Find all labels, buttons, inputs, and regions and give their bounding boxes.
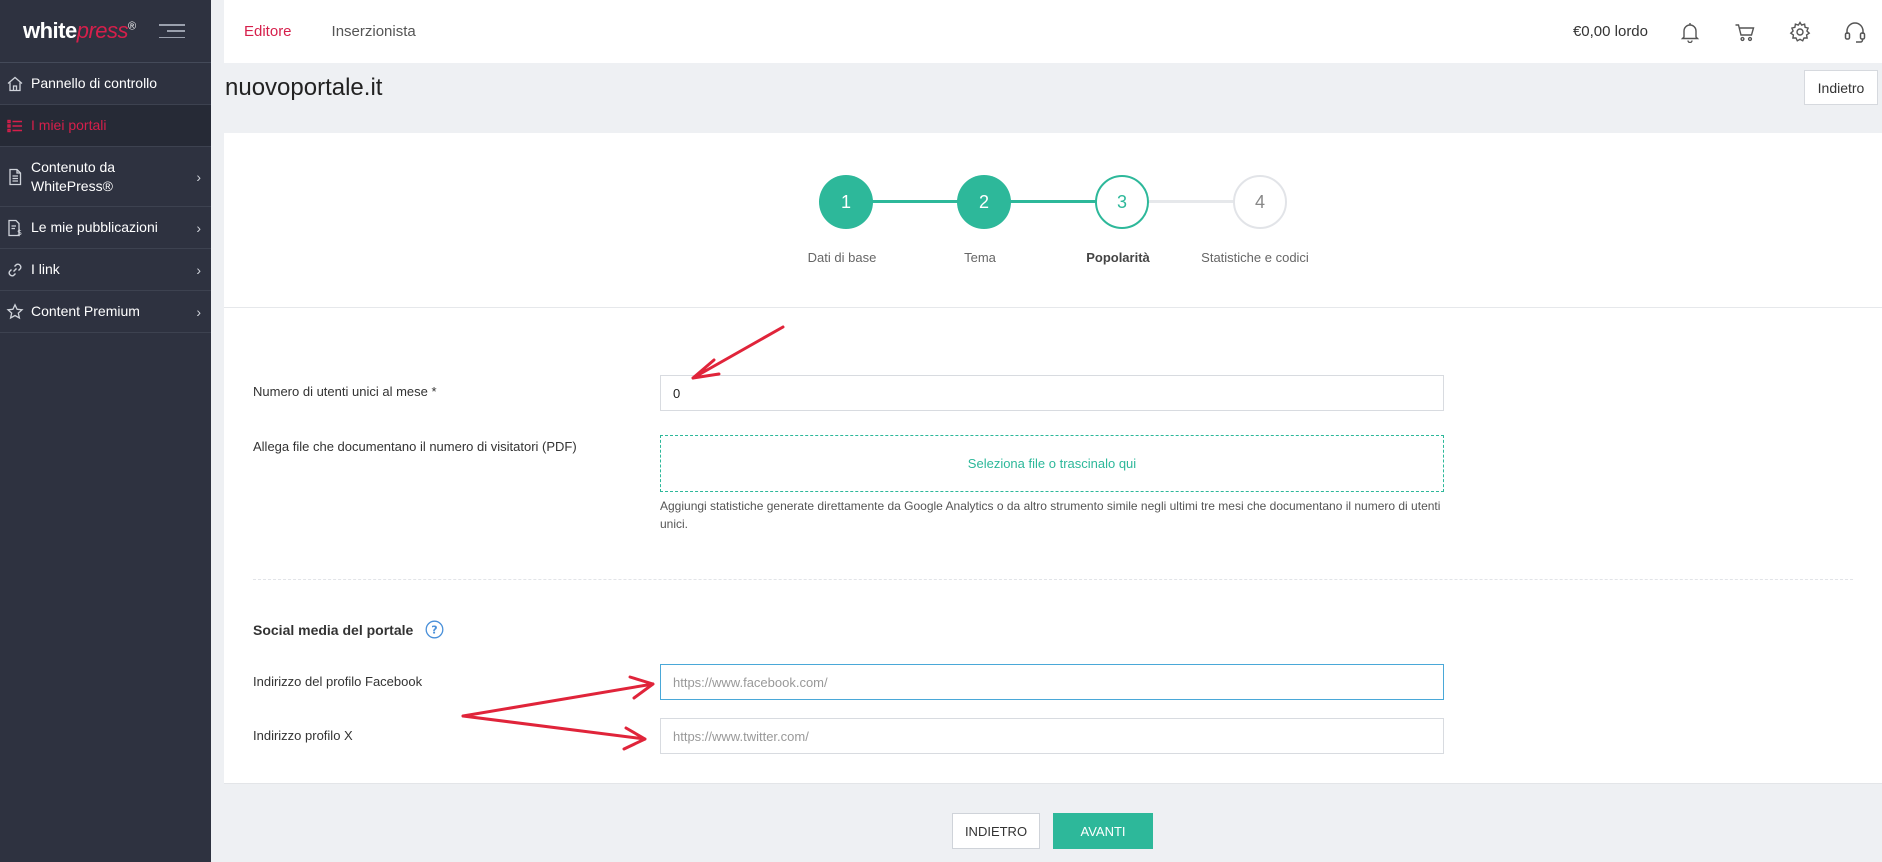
section-divider [253, 579, 1853, 580]
top-bar: Editore Inserzionista €0,00 lordo [224, 0, 1882, 63]
sidebar-item-publications[interactable]: $ Le mie pubblicazioni › [0, 207, 211, 249]
stepper: 1 2 3 4 Dati di base Tema Popolarità Sta… [224, 133, 1882, 308]
sidebar: whitepress® Pannello di controllo I miei… [0, 0, 211, 862]
chevron-right-icon: › [196, 303, 201, 320]
sidebar-item-label: Contenuto da WhitePress® [31, 158, 116, 194]
step-3-label: Popolarità [1086, 250, 1150, 265]
facebook-url-input[interactable] [660, 664, 1444, 700]
sidebar-item-whitepress-content[interactable]: Contenuto da WhitePress® › [0, 147, 211, 207]
step-connector [1010, 200, 1102, 203]
x-profile-url-input[interactable] [660, 718, 1444, 754]
back-button[interactable]: INDIETRO [952, 813, 1040, 849]
chevron-right-icon: › [196, 168, 201, 185]
chevron-right-icon: › [196, 219, 201, 236]
sidebar-item-my-portals[interactable]: I miei portali [0, 105, 211, 147]
headset-icon[interactable] [1827, 0, 1882, 63]
gear-icon[interactable] [1772, 0, 1827, 63]
step-2-label: Tema [964, 250, 996, 265]
sidebar-item-label: I link [31, 261, 60, 277]
x-profile-label: Indirizzo profilo X [253, 728, 353, 743]
social-section-title-text: Social media del portale [253, 621, 414, 638]
attachment-label: Allega file che documentano il numero di… [253, 439, 577, 454]
menu-toggle-icon[interactable] [159, 24, 185, 38]
invoice-icon: $ [6, 219, 24, 237]
sidebar-item-label: Content Premium [31, 303, 140, 319]
step-connector [1148, 200, 1240, 203]
sidebar-item-links[interactable]: I link › [0, 249, 211, 291]
account-balance[interactable]: €0,00 lordo [1573, 23, 1648, 40]
step-4-label: Statistiche e codici [1201, 250, 1309, 265]
attachment-hint: Aggiungi statistiche generate direttamen… [660, 499, 1441, 531]
document-icon [6, 168, 24, 186]
step-1-label: Dati di base [807, 250, 877, 265]
sidebar-item-label: I miei portali [31, 117, 107, 133]
monthly-users-input[interactable] [660, 375, 1444, 411]
sidebar-item-label: Le mie pubblicazioni [31, 219, 158, 235]
help-icon[interactable]: ? [425, 620, 444, 639]
list-icon [6, 117, 24, 135]
svg-text:?: ? [432, 624, 438, 637]
next-button[interactable]: AVANTI [1053, 813, 1153, 849]
bell-icon[interactable] [1662, 0, 1717, 63]
page-title: nuovoportale.it [225, 74, 383, 101]
portal-form-card: 1 2 3 4 Dati di base Tema Popolarità Sta… [224, 133, 1882, 783]
monthly-users-label: Numero di utenti unici al mese * [253, 384, 437, 399]
facebook-label: Indirizzo del profilo Facebook [253, 674, 423, 689]
svg-text:$: $ [17, 228, 22, 237]
home-icon [6, 75, 24, 93]
step-3-circle: 3 [1095, 175, 1149, 229]
step-connector [872, 200, 964, 203]
social-section-title: Social media del portale ? [253, 620, 444, 639]
step-2-circle[interactable]: 2 [957, 175, 1011, 229]
step-1-circle[interactable]: 1 [819, 175, 873, 229]
logo-bar: whitepress® [0, 0, 211, 63]
back-button-top[interactable]: Indietro [1804, 70, 1878, 105]
form-footer: INDIETRO AVANTI [224, 783, 1882, 862]
sidebar-item-dashboard[interactable]: Pannello di controllo [0, 63, 211, 105]
sidebar-item-label: Pannello di controllo [31, 75, 158, 91]
sidebar-item-content-premium[interactable]: Content Premium › [0, 291, 211, 333]
star-icon [6, 302, 24, 321]
whitepress-logo[interactable]: whitepress® [23, 18, 136, 44]
file-dropzone[interactable]: Seleziona file o trascinalo qui [660, 435, 1444, 492]
link-icon [6, 261, 24, 279]
tab-inserzionista[interactable]: Inserzionista [312, 0, 436, 63]
tab-editore[interactable]: Editore [224, 0, 312, 63]
step-4-circle: 4 [1233, 175, 1287, 229]
top-right-actions: €0,00 lordo [1573, 0, 1882, 63]
cart-icon[interactable] [1717, 0, 1772, 63]
chevron-right-icon: › [196, 261, 201, 278]
